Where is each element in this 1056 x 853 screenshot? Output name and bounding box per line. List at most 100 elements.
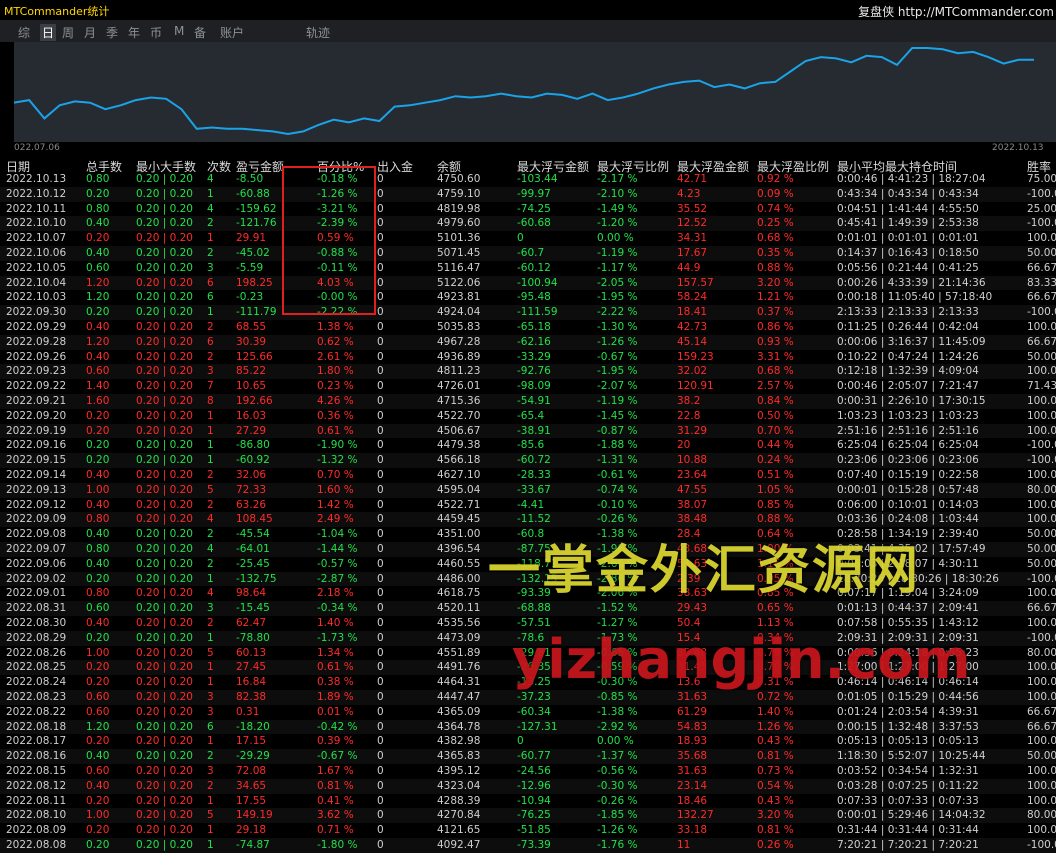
table-row[interactable]: 2022.10.13 0.80 0.20 | 0.20 4 -8.50 -0.18 % 0 4…: [0, 172, 1056, 187]
tab-3[interactable]: 月: [84, 24, 96, 41]
tab-10[interactable]: 轨迹: [306, 24, 330, 41]
cell-1: 1.20: [86, 276, 110, 289]
cell-13: 66.67: [1027, 335, 1056, 348]
table-row[interactable]: 2022.09.29 0.40 0.20 | 0.20 2 68.55 1.38 % 0 50…: [0, 320, 1056, 335]
cell-2: 0.20 | 0.20: [136, 750, 193, 763]
cell-4: 192.66: [236, 395, 273, 407]
cell-3: 1: [207, 439, 214, 452]
table-row[interactable]: 2022.10.10 0.40 0.20 | 0.20 2 -121.76 -2.39 %…: [0, 216, 1056, 232]
cell-6: 0: [377, 232, 384, 245]
cell-5: 0.70 %: [317, 469, 354, 481]
table-row[interactable]: 2022.10.12 0.20 0.20 | 0.20 1 -60.88 -1.26 % 0…: [0, 186, 1056, 202]
table-row[interactable]: 2022.10.06 0.40 0.20 | 0.20 2 -45.02 -0.88 % 0…: [0, 246, 1056, 261]
cell-4: -8.50: [236, 173, 264, 185]
table-row[interactable]: 2022.08.12 0.40 0.20 | 0.20 2 34.65 0.81 % 0 43…: [0, 778, 1056, 794]
table-row[interactable]: 2022.10.07 0.20 0.20 | 0.20 1 29.91 0.59 % 0 51…: [0, 231, 1056, 246]
table-row[interactable]: 2022.08.23 0.60 0.20 | 0.20 3 82.38 1.89 % 0 44…: [0, 690, 1056, 705]
cell-11: 0.35 %: [757, 247, 794, 259]
table-row[interactable]: 2022.08.08 0.20 0.20 | 0.20 1 -74.87 -1.80 % 0…: [0, 838, 1056, 853]
table-row[interactable]: 2022.09.20 0.20 0.20 | 0.20 1 16.03 0.36 % 0 45…: [0, 409, 1056, 424]
table-row[interactable]: 2022.09.16 0.20 0.20 | 0.20 1 -86.80 -1.90 % 0…: [0, 438, 1056, 453]
table-row[interactable]: 2022.09.09 0.80 0.20 | 0.20 4 108.45 2.49 % 0 4…: [0, 512, 1056, 528]
cell-8: -76.25: [517, 809, 551, 822]
cell-3: 2: [207, 217, 214, 230]
cell-13: 25.00: [1027, 202, 1056, 215]
table-row[interactable]: 2022.08.09 0.20 0.20 | 0.20 1 29.18 0.71 % 0 41…: [0, 823, 1056, 838]
cell-6: 0: [377, 572, 384, 585]
tab-1[interactable]: 日: [40, 24, 57, 41]
cell-9: -1.88 %: [597, 439, 638, 452]
table-row[interactable]: 2022.10.04 1.20 0.20 | 0.20 6 198.25 4.03 % 0 5…: [0, 275, 1056, 291]
cell-8: -4.41: [517, 498, 545, 511]
cell-9: -0.61 %: [597, 469, 638, 481]
cell-4: 125.66: [236, 350, 273, 363]
balance-line: [14, 47, 1034, 136]
table-row[interactable]: 2022.08.22 0.60 0.20 | 0.20 3 0.31 0.01 % 0 436…: [0, 705, 1056, 720]
table-row[interactable]: 2022.09.14 0.40 0.20 | 0.20 2 32.06 0.70 % 0 46…: [0, 468, 1056, 483]
cell-5: -0.67 %: [317, 750, 358, 763]
tab-7[interactable]: M: [174, 24, 184, 38]
cell-0: 2022.08.26: [6, 646, 67, 659]
table-row[interactable]: 2022.08.16 0.40 0.20 | 0.20 2 -29.29 -0.67 % 0…: [0, 749, 1056, 764]
table-row[interactable]: 2022.10.03 1.20 0.20 | 0.20 6 -0.23 -0.00 % 0 4…: [0, 290, 1056, 305]
tab-5[interactable]: 年: [128, 24, 140, 41]
cell-12: 0:00:18 | 11:05:40 | 57:18:40: [837, 291, 993, 304]
cell-1: 0.60: [86, 365, 110, 378]
table-row[interactable]: 2022.09.13 1.00 0.20 | 0.20 5 72.33 1.60 % 0 45…: [0, 482, 1056, 498]
tab-2[interactable]: 周: [62, 24, 74, 41]
tab-8[interactable]: 备: [194, 24, 206, 41]
table-row[interactable]: 2022.10.11 0.80 0.20 | 0.20 4 -159.62 -3.21 %…: [0, 202, 1056, 217]
table-row[interactable]: 2022.09.15 0.20 0.20 | 0.20 1 -60.92 -1.32 % 0…: [0, 453, 1056, 468]
cell-2: 0.20 | 0.20: [136, 543, 193, 555]
table-row[interactable]: 2022.09.21 1.60 0.20 | 0.20 8 192.66 4.26 % 0 4…: [0, 394, 1056, 409]
table-row[interactable]: 2022.08.18 1.20 0.20 | 0.20 6 -18.20 -0.42 % 0…: [0, 719, 1056, 735]
brand-link[interactable]: 复盘侠 http://MTCommander.com: [858, 3, 1054, 20]
tab-0[interactable]: 综: [18, 24, 30, 41]
table-row[interactable]: 2022.08.11 0.20 0.20 | 0.20 1 17.55 0.41 % 0 42…: [0, 794, 1056, 809]
cell-10: 159.23: [677, 350, 714, 363]
cell-13: -100.0: [1027, 839, 1056, 851]
table-row[interactable]: 2022.09.26 0.40 0.20 | 0.20 2 125.66 2.61 % 0 4…: [0, 350, 1056, 365]
table-row[interactable]: 2022.08.10 1.00 0.20 | 0.20 5 149.19 3.62 % 0 4…: [0, 808, 1056, 824]
cell-2: 0.20 | 0.20: [136, 557, 193, 570]
table-row[interactable]: 2022.10.05 0.60 0.20 | 0.20 3 -5.59 -0.11 % 0 5…: [0, 261, 1056, 276]
table-row[interactable]: 2022.09.19 0.20 0.20 | 0.20 1 27.29 0.61 % 0 45…: [0, 423, 1056, 439]
table-row[interactable]: 2022.09.28 1.20 0.20 | 0.20 6 30.39 0.62 % 0 49…: [0, 334, 1056, 350]
cell-2: 0.20 | 0.20: [136, 779, 193, 792]
tab-4[interactable]: 季: [106, 24, 118, 41]
cell-0: 2022.08.29: [6, 631, 67, 644]
cell-8: -11.52: [517, 513, 551, 526]
cell-6: 0: [377, 661, 384, 674]
cell-1: 0.20: [86, 661, 110, 674]
table-row[interactable]: 2022.09.30 0.20 0.20 | 0.20 1 -111.79 -2.22 %…: [0, 305, 1056, 320]
cell-7: 4365.09: [437, 705, 481, 718]
cell-3: 2: [207, 779, 214, 792]
cell-4: 85.22: [236, 365, 267, 378]
cell-12: 0:05:13 | 0:05:13 | 0:05:13: [837, 735, 979, 748]
tab-6[interactable]: 币: [150, 24, 162, 41]
tab-9[interactable]: 账户: [220, 24, 244, 41]
cell-10: 44.9: [677, 261, 701, 274]
cell-6: 0: [377, 247, 384, 259]
cell-4: -25.45: [236, 557, 270, 570]
cell-1: 0.60: [86, 261, 110, 274]
cell-10: 23.14: [677, 779, 708, 792]
cell-10: 120.91: [677, 380, 714, 393]
table-row[interactable]: 2022.09.22 1.40 0.20 | 0.20 7 10.65 0.23 % 0 47…: [0, 379, 1056, 394]
cell-4: 16.03: [236, 409, 267, 422]
cell-4: -159.62: [236, 202, 277, 215]
cell-7: 4522.71: [437, 498, 481, 511]
cell-8: -103.44: [517, 173, 558, 185]
cell-13: 71.43: [1027, 380, 1056, 393]
table-row[interactable]: 2022.09.12 0.40 0.20 | 0.20 2 63.26 1.42 % 0 45…: [0, 498, 1056, 513]
table-row[interactable]: 2022.08.17 0.20 0.20 | 0.20 1 17.15 0.39 % 0 43…: [0, 734, 1056, 749]
cell-5: 0.71 %: [317, 824, 354, 837]
cell-6: 0: [377, 691, 384, 703]
cell-4: 72.33: [236, 483, 267, 496]
cell-5: 1.42 %: [317, 498, 354, 511]
table-row[interactable]: 2022.08.31 0.60 0.20 | 0.20 3 -15.45 -0.34 % 0…: [0, 601, 1056, 616]
table-row[interactable]: 2022.08.15 0.60 0.20 | 0.20 3 72.08 1.67 % 0 43…: [0, 764, 1056, 779]
table-row[interactable]: 2022.09.23 0.60 0.20 | 0.20 3 85.22 1.80 % 0 48…: [0, 364, 1056, 380]
cell-8: -28.33: [517, 469, 551, 481]
cell-0: 2022.10.06: [6, 247, 67, 259]
